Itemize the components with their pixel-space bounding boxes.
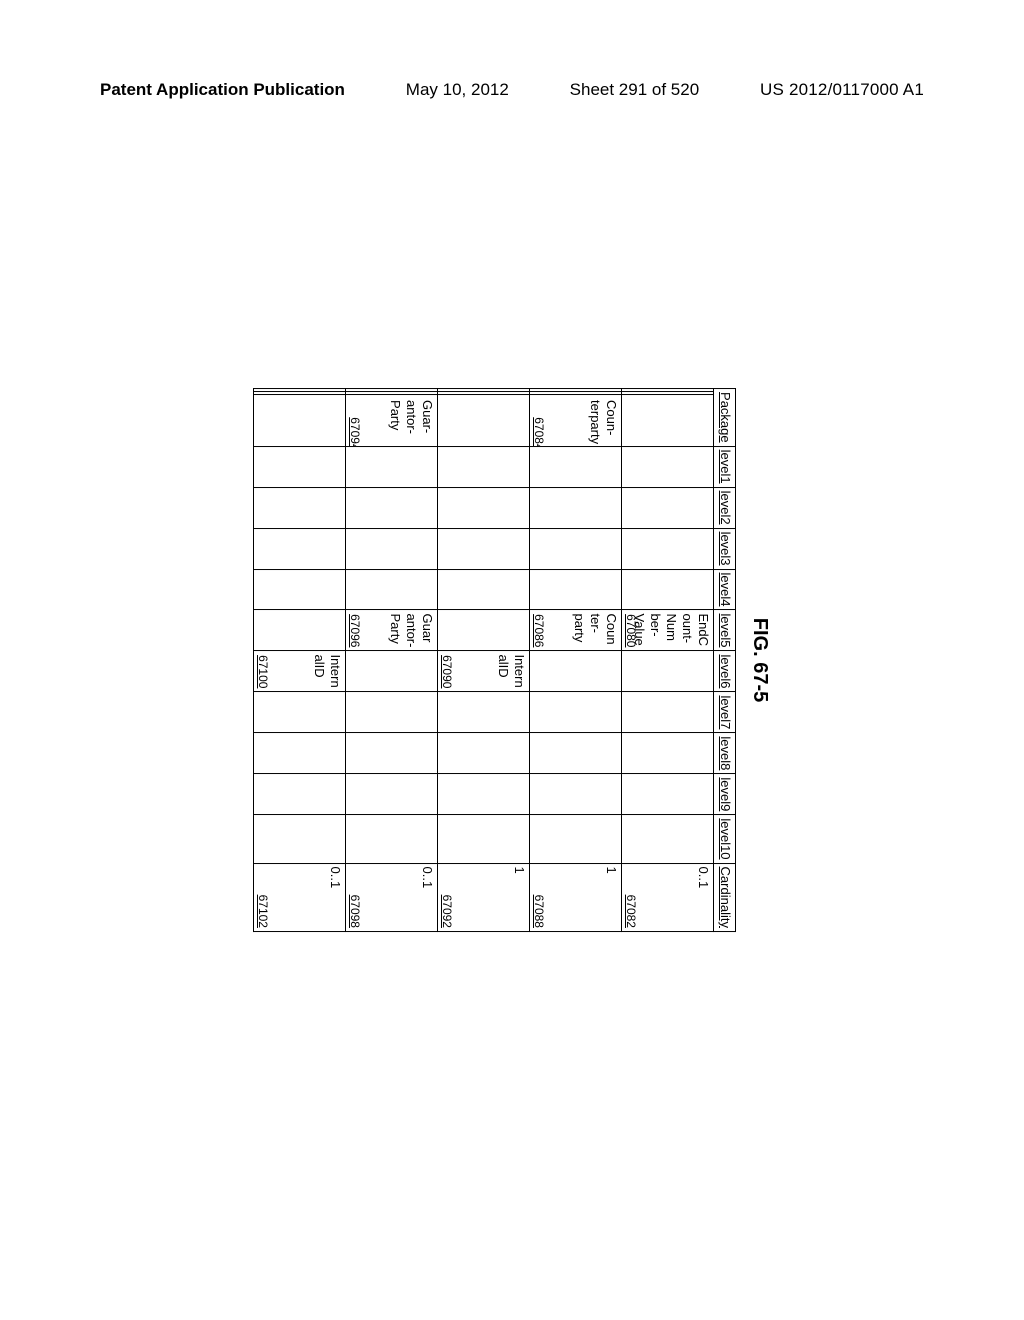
col-header-cardinality: Cardinality xyxy=(714,863,736,931)
col-header-level1: level1 xyxy=(714,446,736,487)
table-row: InternalID67100 0..167102 xyxy=(254,389,346,932)
cell-cardinality: 0..167098 xyxy=(346,863,438,931)
page-header: Patent Application Publication May 10, 2… xyxy=(100,80,924,100)
cell-cardinality: 0..167102 xyxy=(254,863,346,931)
cell-package xyxy=(438,389,530,447)
col-header-level2: level2 xyxy=(714,487,736,528)
col-header-level4: level4 xyxy=(714,569,736,610)
cell-package: Guar-antor-Party67094 xyxy=(346,389,438,447)
figure-label: FIG. 67-5 xyxy=(748,388,771,932)
table-row: Guar-antor-Party67094 Guarantor-Party670… xyxy=(346,389,438,932)
cell-package xyxy=(254,389,346,447)
col-header-level7: level7 xyxy=(714,692,736,733)
col-header-package: Package xyxy=(714,389,736,447)
col-header-level9: level9 xyxy=(714,774,736,815)
table-header-row: Package level1 level2 level3 level4 leve… xyxy=(714,389,736,932)
cell-level5: Counter-party67086 xyxy=(530,610,622,651)
cell-level5: Guarantor-Party67096 xyxy=(346,610,438,651)
col-header-level6: level6 xyxy=(714,651,736,692)
cell-level5 xyxy=(254,610,346,651)
table-row: Coun-terparty67084 Counter-party67086 16… xyxy=(530,389,622,932)
cell-cardinality: 0..167082 xyxy=(622,863,714,931)
col-header-level8: level8 xyxy=(714,733,736,774)
header-sheet: Sheet 291 of 520 xyxy=(570,80,700,100)
cell-level5: EndCount-Number-Value67080 xyxy=(622,610,714,651)
cell-level6: InternalID67090 xyxy=(438,651,530,692)
hierarchy-table: Package level1 level2 level3 level4 leve… xyxy=(253,388,736,932)
table-row: InternalID67090 167092 xyxy=(438,389,530,932)
cell-level6 xyxy=(346,651,438,692)
cell-level6 xyxy=(622,651,714,692)
col-header-level10: level10 xyxy=(714,815,736,863)
cell-cardinality: 167092 xyxy=(438,863,530,931)
figure-wrapper: FIG. 67-5 Package level1 level2 level3 l… xyxy=(253,388,771,932)
page: Patent Application Publication May 10, 2… xyxy=(0,0,1024,1320)
cell-level6: InternalID67100 xyxy=(254,651,346,692)
cell-package: Coun-terparty67084 xyxy=(530,389,622,447)
col-header-level3: level3 xyxy=(714,528,736,569)
header-pubno: US 2012/0117000 A1 xyxy=(760,80,924,100)
col-header-level5: level5 xyxy=(714,610,736,651)
table-row: EndCount-Number-Value67080 0..167082 xyxy=(622,389,714,932)
header-date: May 10, 2012 xyxy=(406,80,509,100)
cell-package xyxy=(622,389,714,447)
header-pub-label: Patent Application Publication xyxy=(100,80,345,100)
cell-cardinality: 167088 xyxy=(530,863,622,931)
cell-level6 xyxy=(530,651,622,692)
cell-level5 xyxy=(438,610,530,651)
